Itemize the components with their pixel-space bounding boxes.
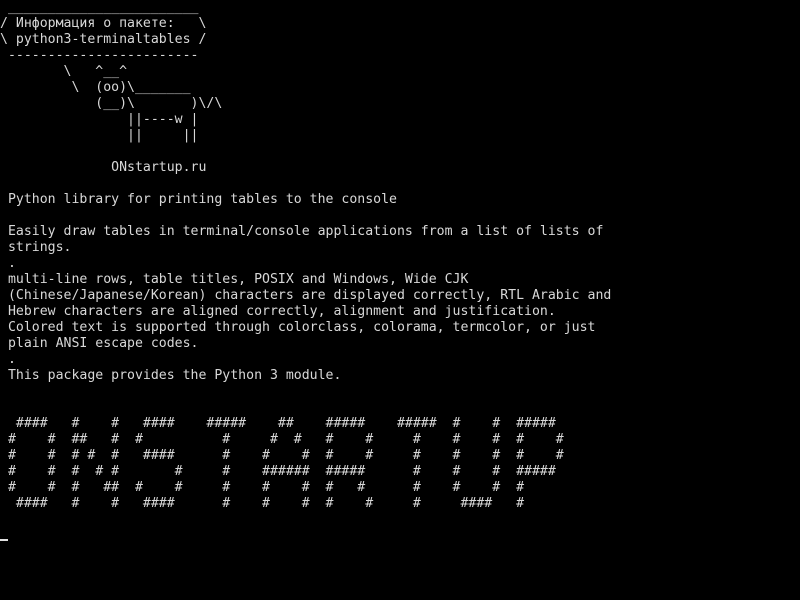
terminal-line: plain ANSI escape codes. [0,336,199,351]
terminal-line: strings. [0,240,72,255]
terminal-line: Hebrew characters are aligned correctly,… [0,304,556,319]
terminal-line: \ ^__^ [0,64,128,79]
terminal-line: # # ## # # # # # # # # # # # # [0,432,564,447]
terminal-line: Easily draw tables in terminal/console a… [0,224,604,239]
terminal-line: || || [0,128,199,143]
terminal-line: # # # ## # # # # # # # # # # # [0,480,525,495]
terminal-line: Python library for printing tables to th… [0,192,397,207]
terminal-line: Colored text is supported through colorc… [0,320,596,335]
terminal-line: (Chinese/Japanese/Korean) characters are… [0,288,612,303]
terminal-line: (__)\ )\/\ [0,96,223,111]
terminal-line: multi-line rows, table titles, POSIX and… [0,272,469,287]
terminal-line: . [0,352,16,367]
terminal-line: \ python3-terminaltables / [0,32,207,47]
terminal-line: This package provides the Python 3 modul… [0,368,342,383]
terminal-line: #### # # #### ##### ## ##### ##### # # #… [0,416,556,431]
terminal-line: #### # # #### # # # # # # #### # [0,496,525,511]
terminal-line: ________________________ [0,0,199,15]
terminal-line: . [0,256,16,271]
text-cursor [0,539,8,541]
terminal-output: ________________________ / Информация о п… [0,0,611,512]
terminal-line: ||----w | [0,112,199,127]
terminal-line: # # # # # # # ###### ##### # # # ##### [0,464,556,479]
terminal-screen[interactable]: ________________________ / Информация о п… [0,0,800,600]
terminal-line: ONstartup.ru [0,160,207,175]
terminal-line: / Информация о пакете: \ [0,16,207,31]
terminal-line: \ (oo)\_______ [0,80,191,95]
terminal-line: ------------------------ [0,48,199,63]
terminal-line: # # # # # #### # # # # # # # # # # [0,448,564,463]
